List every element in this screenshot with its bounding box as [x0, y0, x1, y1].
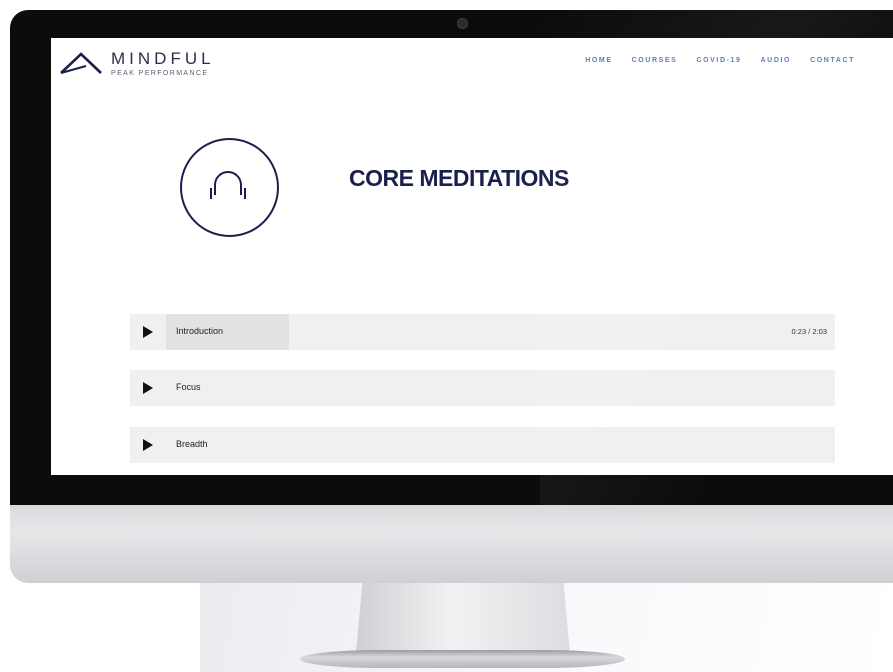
audio-player-breadth: Breadth — [130, 427, 835, 463]
audio-player-focus: Focus — [130, 370, 835, 406]
brand-tagline: PEAK PERFORMANCE — [111, 70, 209, 77]
play-button[interactable] — [130, 427, 166, 463]
play-button[interactable] — [130, 314, 166, 350]
mountain-logo-icon — [60, 52, 102, 74]
track-title: Focus — [176, 382, 201, 392]
play-icon — [143, 382, 153, 394]
main-nav: HOME COURSES COVID-19 AUDIO CONTACT — [585, 57, 855, 64]
audio-player-introduction: Introduction 0:23 / 2:03 — [130, 314, 835, 350]
monitor-chin — [10, 505, 893, 583]
headphones-badge — [180, 138, 279, 237]
monitor-stand-base — [300, 650, 625, 668]
camera-dot — [457, 18, 468, 29]
track-title: Breadth — [176, 439, 208, 449]
page-title: CORE MEDITATIONS — [349, 165, 569, 191]
headphones-icon — [210, 171, 246, 199]
brand-name: MINDFUL — [111, 49, 215, 68]
track-time: 0:23 / 2:03 — [791, 327, 827, 336]
nav-courses[interactable]: COURSES — [632, 57, 678, 64]
play-icon — [143, 439, 153, 451]
track-title: Introduction — [176, 326, 224, 336]
nav-audio[interactable]: AUDIO — [761, 57, 792, 64]
play-button[interactable] — [130, 370, 166, 406]
browser-screen: MINDFUL PEAK PERFORMANCE HOME COURSES CO… — [51, 38, 893, 475]
monitor-stand — [356, 583, 570, 653]
nav-contact[interactable]: CONTACT — [810, 57, 855, 64]
play-icon — [143, 326, 153, 338]
nav-covid-19[interactable]: COVID-19 — [696, 57, 741, 64]
nav-home[interactable]: HOME — [585, 57, 612, 64]
